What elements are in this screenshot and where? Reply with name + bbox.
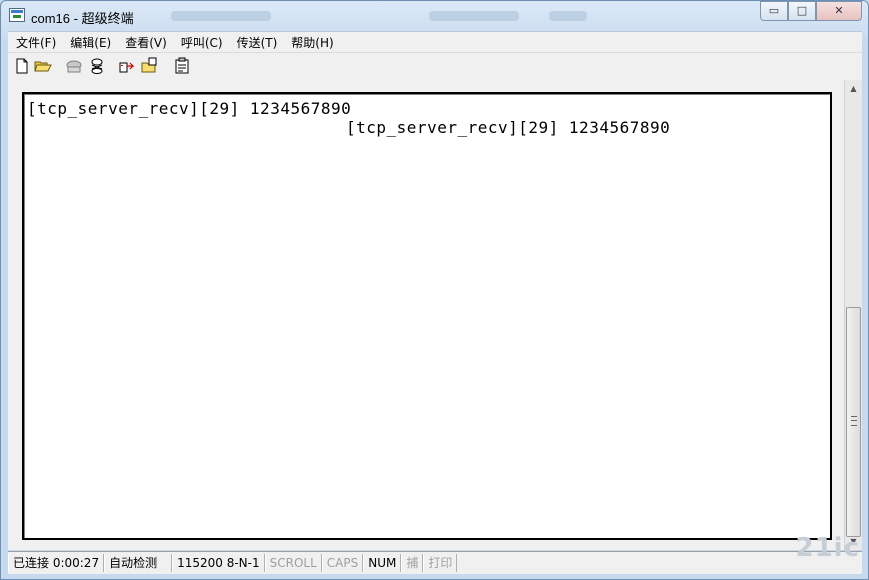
- terminal-screen[interactable]: [tcp_server_recv][29] 1234567890 [tcp_se…: [22, 92, 832, 540]
- status-num: NUM: [363, 554, 402, 572]
- phone-disconnected-icon[interactable]: [65, 57, 83, 75]
- menu-bar: 文件(F) 编辑(E) 查看(V) 呼叫(C) 传送(T) 帮助(H): [8, 31, 862, 52]
- blurred-background-title: [549, 11, 587, 21]
- properties-icon[interactable]: [173, 57, 191, 75]
- status-connection: 已连接 0:00:27: [8, 554, 105, 572]
- menu-file[interactable]: 文件(F): [8, 34, 62, 51]
- new-file-icon[interactable]: [13, 57, 31, 75]
- minimize-icon: ▭: [768, 4, 780, 17]
- caption-buttons: ▭ □ ✕: [760, 1, 862, 21]
- status-port-settings: 115200 8-N-1: [172, 554, 265, 572]
- maximize-icon: □: [796, 4, 808, 17]
- app-icon: [9, 8, 25, 22]
- watermark: 21ic: [795, 533, 860, 563]
- status-detect: 自动检测: [104, 554, 173, 572]
- window-title: com16 - 超级终端: [31, 11, 134, 26]
- terminal-area: [tcp_server_recv][29] 1234567890 [tcp_se…: [8, 80, 862, 550]
- close-icon: ✕: [834, 4, 844, 17]
- menu-view[interactable]: 查看(V): [117, 34, 173, 51]
- status-bar: 已连接 0:00:27 自动检测 115200 8-N-1 SCROLL CAP…: [8, 551, 862, 574]
- terminal-line: [tcp_server_recv][29] 1234567890: [27, 99, 352, 118]
- call-icon[interactable]: [88, 57, 106, 75]
- open-folder-icon[interactable]: [34, 57, 52, 75]
- scroll-up-arrow-icon[interactable]: ▲: [845, 80, 862, 97]
- status-scroll: SCROLL: [264, 554, 322, 572]
- terminal-line: [tcp_server_recv][29] 1234567890: [346, 118, 671, 137]
- maximize-button[interactable]: □: [788, 1, 816, 21]
- grip-icon: [851, 416, 857, 426]
- vertical-scrollbar[interactable]: ▲ ▼: [844, 80, 862, 550]
- blurred-background-title: [429, 11, 519, 21]
- close-button[interactable]: ✕: [816, 1, 862, 21]
- app-window: com16 - 超级终端 ▭ □ ✕ 文件(F) 编辑(E) 查看(V) 呼叫(…: [0, 0, 869, 580]
- send-icon[interactable]: [118, 57, 136, 75]
- menu-call[interactable]: 呼叫(C): [173, 34, 229, 51]
- menu-help[interactable]: 帮助(H): [283, 34, 339, 51]
- toolbar: [8, 52, 862, 81]
- status-caps: CAPS: [321, 554, 364, 572]
- menu-transfer[interactable]: 传送(T): [229, 34, 284, 51]
- minimize-button[interactable]: ▭: [760, 1, 788, 21]
- scrollbar-thumb[interactable]: [846, 307, 861, 537]
- blurred-background-title: [171, 11, 271, 21]
- status-print: 打印: [423, 554, 458, 572]
- receive-icon[interactable]: [141, 57, 159, 75]
- title-bar[interactable]: com16 - 超级终端 ▭ □ ✕: [1, 1, 868, 31]
- status-capture: 捕: [401, 554, 424, 572]
- menu-edit[interactable]: 编辑(E): [62, 34, 117, 51]
